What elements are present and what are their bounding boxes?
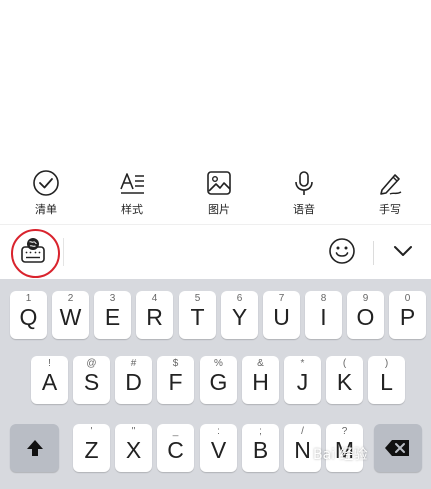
key-w[interactable]: 2 W [52,291,89,339]
keyboard-bar-separator-left [63,238,64,266]
key-p[interactable]: 0 P [389,291,426,339]
keyboard-top-bar [0,226,431,278]
key-g[interactable]: % G [200,356,237,404]
key-v[interactable]: : V [200,424,237,472]
key-t[interactable]: 5 T [179,291,216,339]
checklist-button[interactable]: 清单 [16,165,76,223]
handwriting-pen-icon [380,174,402,195]
key-y[interactable]: 6 Y [221,291,258,339]
watermark: Bai 经验 [313,447,368,463]
collapse-keyboard-button[interactable] [392,242,414,264]
key-d[interactable]: # D [115,356,152,404]
checklist-icon [33,170,59,196]
note-content-area[interactable] [0,0,431,165]
chevron-down-icon [394,246,412,256]
key-o[interactable]: 9 O [347,291,384,339]
handwriting-label: 手写 [379,203,401,216]
key-e[interactable]: 3 E [94,291,131,339]
key-h[interactable]: & H [242,356,279,404]
key-f[interactable]: $ F [157,356,194,404]
text-style-label: 样式 [121,203,143,216]
shift-key[interactable] [10,424,59,472]
checklist-label: 清单 [35,203,57,216]
key-s[interactable]: @ S [73,356,110,404]
backspace-icon [385,440,409,456]
keyboard-switch-button[interactable] [20,237,46,269]
key-u[interactable]: 7 U [263,291,300,339]
emoji-button[interactable] [328,237,356,269]
image-label: 图片 [208,203,230,216]
key-i[interactable]: 8 I [305,291,342,339]
image-button[interactable]: 图片 [189,165,249,223]
voice-label: 语音 [293,203,315,216]
key-b[interactable]: ; B [242,424,279,472]
key-l[interactable]: ) L [368,356,405,404]
key-a[interactable]: ! A [31,356,68,404]
text-style-button[interactable]: 样式 [102,165,162,223]
key-q[interactable]: 1 Q [10,291,47,339]
keyboard-bar-separator [373,241,374,265]
keyboard-globe-icon [21,238,45,263]
toolbar-divider [0,224,431,225]
text-style-icon [120,173,144,194]
emoji-smile-icon [329,238,355,264]
key-z[interactable]: ' Z [73,424,110,472]
key-x[interactable]: " X [115,424,152,472]
backspace-key[interactable] [374,424,422,472]
image-icon [207,171,231,195]
key-r[interactable]: 4 R [136,291,173,339]
key-k[interactable]: ( K [326,356,363,404]
note-toolbar: 清单 样式 图片 语音 手写 [0,165,431,223]
microphone-icon [295,171,313,195]
shift-arrow-icon [27,440,43,456]
voice-button[interactable]: 语音 [274,165,334,223]
key-j[interactable]: * J [284,356,321,404]
handwriting-button[interactable]: 手写 [360,165,420,223]
key-c[interactable]: _ C [157,424,194,472]
